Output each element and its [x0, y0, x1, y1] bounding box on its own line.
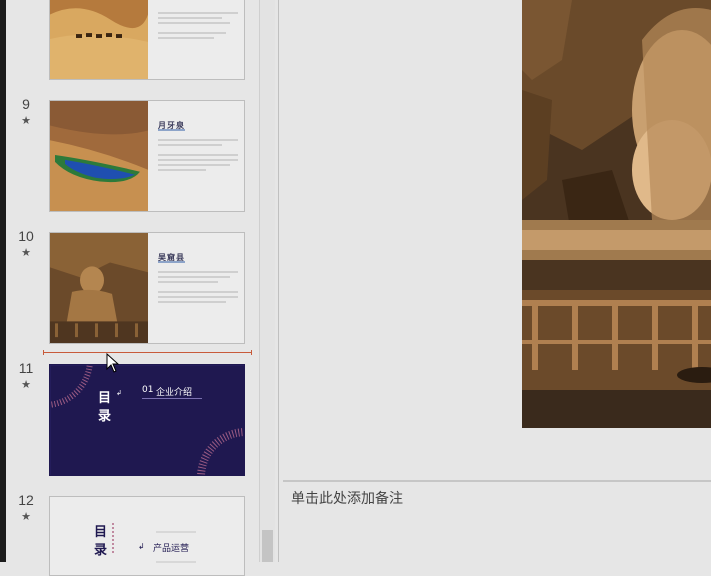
- desert-camel-image: [50, 0, 148, 79]
- notes-separator[interactable]: [283, 480, 711, 482]
- slide-9-text: 月牙泉: [158, 101, 238, 211]
- current-slide[interactable]: [522, 0, 711, 428]
- slide-number-9: 9: [22, 96, 30, 112]
- star-icon: ★: [21, 378, 31, 391]
- toc-char-2: 录: [98, 409, 112, 424]
- toc-char-1: 目: [98, 391, 112, 406]
- toc-faded-line: [156, 531, 196, 533]
- slide-8-text: [158, 0, 238, 79]
- slide-thumbnail-8[interactable]: [49, 0, 245, 80]
- slide-10-text: 吴窟县: [158, 233, 238, 343]
- thumbnail-scrollbar[interactable]: [259, 0, 275, 562]
- toc-arrow-icon: ↲: [138, 542, 145, 551]
- toc-faded-line: [156, 561, 196, 563]
- toc-item-title: 产品运营: [153, 544, 190, 554]
- slide-thumbnail-pane[interactable]: 9 ★ 月牙泉 10 ★ 吴窟县 11 ★ 目 录 ↲ 01 企业介绍 12 ★…: [6, 0, 259, 576]
- slide-thumbnail-12[interactable]: 目 录 ↲ 产品运营: [49, 496, 245, 576]
- slide-thumbnail-9[interactable]: 月牙泉: [49, 100, 245, 212]
- slide-thumbnail-11[interactable]: 目 录 ↲ 01 企业介绍: [49, 364, 245, 476]
- buddha-grotto-photo: [522, 0, 711, 428]
- toc-arrow-icon: ↲: [116, 389, 122, 397]
- toc-dots: [112, 523, 116, 553]
- toc-item-number: 01: [142, 385, 154, 395]
- crescent-lake-image: [50, 101, 148, 211]
- toc-dotted-pattern: [50, 365, 244, 475]
- toc-item-title: 企业介绍: [156, 388, 193, 398]
- star-icon: ★: [21, 114, 31, 127]
- slide-title: 月牙泉: [158, 101, 185, 131]
- slide-number-12: 12: [18, 492, 34, 508]
- slide-number-10: 10: [18, 228, 34, 244]
- slide-number-11: 11: [18, 360, 34, 376]
- buddha-grotto-image: [50, 233, 148, 343]
- star-icon: ★: [21, 510, 31, 523]
- notes-placeholder[interactable]: 单击此处添加备注: [291, 488, 403, 508]
- scrollbar-thumb[interactable]: [262, 530, 273, 562]
- toc-char-2: 录: [94, 543, 108, 558]
- mouse-pointer-icon: [106, 353, 120, 373]
- toc-char-1: 目: [94, 525, 108, 540]
- star-icon: ★: [21, 246, 31, 259]
- slide-thumbnail-10[interactable]: 吴窟县: [49, 232, 245, 344]
- slide-insert-indicator: [43, 350, 252, 355]
- toc-item-subline: [142, 398, 202, 399]
- slide-title: 吴窟县: [158, 233, 185, 263]
